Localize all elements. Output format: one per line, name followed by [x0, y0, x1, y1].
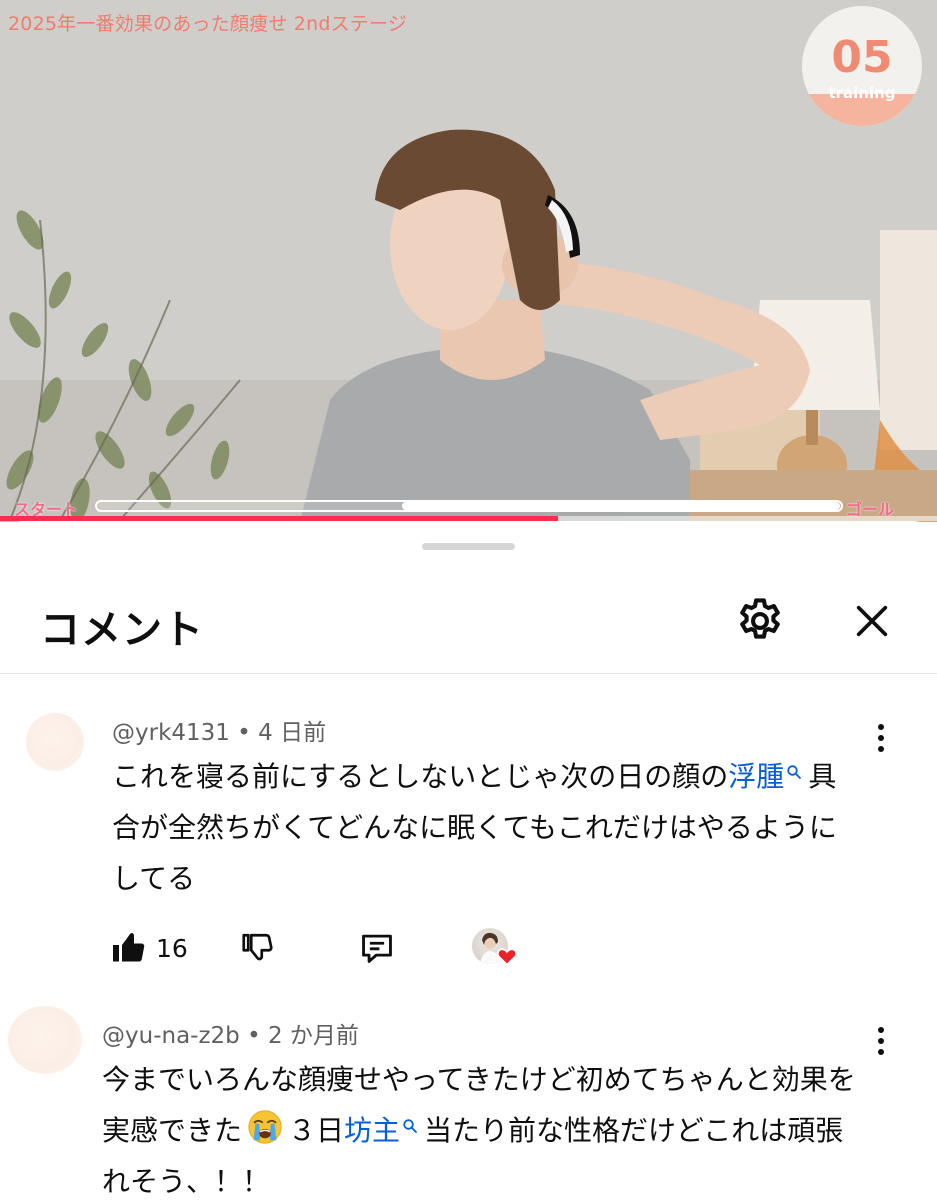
search-icon — [787, 765, 802, 779]
comment-text: これを寝る前にするとしないとじゃ次の日の顔の — [112, 760, 729, 793]
close-button[interactable] — [844, 593, 900, 649]
reply-button[interactable] — [358, 924, 396, 972]
loudly-crying-face-icon — [248, 1110, 282, 1144]
comment-time: 2 か月前 — [267, 1023, 359, 1049]
reply-comment-icon — [362, 934, 392, 963]
training-progress: スタート ゴール — [0, 494, 937, 519]
gear-icon — [740, 598, 780, 639]
close-icon — [856, 605, 888, 637]
heart-icon — [496, 948, 518, 966]
search-link[interactable]: 浮腫 — [728, 760, 784, 793]
video-frame-image — [0, 0, 937, 522]
comment-author[interactable]: @yrk4131 — [112, 720, 230, 746]
creator-heart-badge — [472, 928, 518, 970]
badge-number: 05 — [831, 32, 893, 83]
thumbs-down-icon — [242, 933, 273, 961]
thumbs-up-icon — [113, 933, 145, 962]
comment-meta: @yrk4131 • 4 日前 — [112, 720, 327, 746]
avatar[interactable] — [26, 713, 84, 771]
training-progress-fill — [402, 502, 840, 510]
comment-settings-button[interactable] — [732, 593, 788, 649]
like-count: 16 — [156, 933, 188, 963]
avatar[interactable] — [8, 1006, 82, 1074]
search-icon — [403, 1119, 417, 1133]
comments-sheet: コメント @yrk4131 • 4 日前 これを寝る前にするとしないとじゃ次の日… — [0, 521, 937, 1200]
training-number-badge: 05 training — [802, 6, 922, 126]
comment-body: 今までいろんな顔痩せやってきたけど初めてちゃんと効果を実感できた ３日坊主 当たり… — [102, 1054, 862, 1200]
drag-handle[interactable] — [422, 543, 515, 550]
sheet-title: コメント — [40, 607, 204, 653]
comment-more-button[interactable] — [866, 718, 896, 758]
comment-time: 4 日前 — [258, 720, 327, 746]
comment-more-button[interactable] — [866, 1021, 896, 1061]
comment-body: これを寝る前にするとしないとじゃ次の日の顔の浮腫 具合が全然ちがくてどんなに眠くて… — [112, 751, 852, 904]
header-divider — [0, 673, 937, 674]
comment-text: ３日 — [288, 1114, 345, 1147]
search-link[interactable]: 坊主 — [344, 1114, 400, 1147]
comment-actions: 16 — [110, 924, 540, 972]
like-button[interactable]: 16 — [110, 924, 188, 972]
comment-author[interactable]: @yu-na-z2b — [102, 1023, 240, 1049]
comment-meta: @yu-na-z2b • 2 か月前 — [102, 1023, 359, 1049]
video-player[interactable]: 2025年一番効果のあった顔痩せ 2ndステージ 05 training スター… — [0, 0, 937, 522]
dislike-button[interactable] — [240, 924, 276, 972]
badge-label: training — [828, 84, 896, 102]
video-title: 2025年一番効果のあった顔痩せ 2ndステージ — [8, 13, 408, 35]
